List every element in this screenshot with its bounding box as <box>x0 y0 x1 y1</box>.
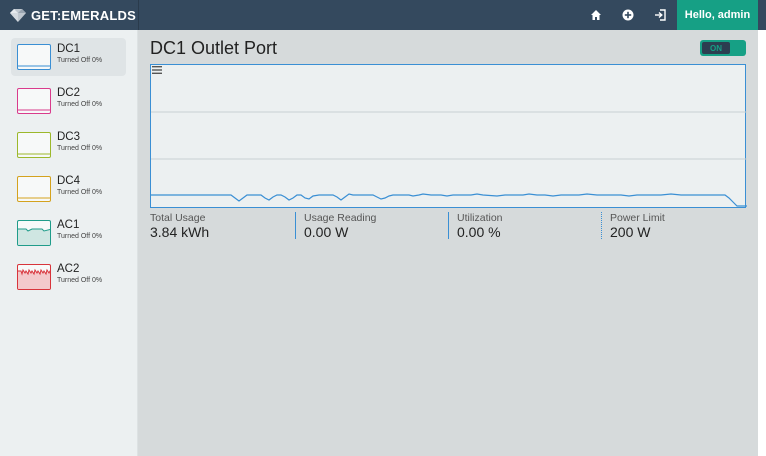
sidebar-item-label: DC3 <box>57 131 81 143</box>
sidebar-item-status: Turned Off 0% <box>57 57 103 64</box>
sidebar-item-label: AC1 <box>57 219 80 231</box>
sidebar-item-status: Turned Off 0% <box>57 189 103 196</box>
sidebar-item-status: Turned Off 0% <box>57 277 103 284</box>
stat-label: Power Limit <box>610 212 665 224</box>
home-icon[interactable] <box>587 6 605 24</box>
usage-chart-svg <box>151 111 747 207</box>
outlet-thumbnail <box>17 264 51 290</box>
sidebar-item-ac2[interactable]: AC2 Turned Off 0% <box>11 258 126 296</box>
sidebar-item-ac1[interactable]: AC1 Turned Off 0% <box>11 214 126 252</box>
stat-value: 200 W <box>610 224 651 240</box>
outlet-thumbnail <box>17 88 51 114</box>
outlet-thumbnail <box>17 176 51 202</box>
sidebar-item-dc1[interactable]: DC1 Turned Off 0% <box>11 38 126 76</box>
sidebar-item-dc4[interactable]: DC4 Turned Off 0% <box>11 170 126 208</box>
add-circle-icon[interactable] <box>619 6 637 24</box>
logout-icon[interactable] <box>651 6 669 24</box>
sidebar-item-status: Turned Off 0% <box>57 145 103 152</box>
sidebar-item-label: AC2 <box>57 263 80 275</box>
stat-label: Total Usage <box>150 212 206 224</box>
user-menu-button[interactable]: Hello, admin <box>677 0 758 30</box>
emerald-gem-icon <box>10 9 26 22</box>
chart-menu-icon[interactable] <box>151 65 163 75</box>
outlet-thumbnail <box>17 220 51 246</box>
page-title: DC1 Outlet Port <box>150 38 278 58</box>
sidebar-item-label: DC4 <box>57 175 81 187</box>
power-toggle[interactable]: ON <box>700 40 746 56</box>
stat-value: 3.84 kWh <box>150 224 210 240</box>
sidebar-item-dc2[interactable]: DC2 Turned Off 0% <box>11 82 126 120</box>
outlet-sidebar: DC1 Turned Off 0% DC2 Turned Off 0% DC3 … <box>0 30 138 456</box>
stat-label: Utilization <box>457 212 503 224</box>
top-navbar: GET:EMERALDS Hello, admin <box>0 0 766 30</box>
brand-name: GET:EMERALDS <box>31 7 136 23</box>
stat-divider <box>601 212 602 239</box>
stat-label: Usage Reading <box>304 212 377 224</box>
usage-chart <box>150 64 747 208</box>
navbar-divider <box>138 0 139 30</box>
sidebar-item-dc3[interactable]: DC3 Turned Off 0% <box>11 126 126 164</box>
sidebar-item-label: DC1 <box>57 43 81 55</box>
stat-value: 0.00 % <box>457 224 501 240</box>
stat-value: 0.00 W <box>304 224 349 240</box>
outlet-thumbnail <box>17 44 51 70</box>
brand-logo[interactable]: GET:EMERALDS <box>10 0 139 30</box>
stat-divider <box>295 212 296 239</box>
chart-series-line <box>151 193 747 207</box>
scroll-gutter <box>758 30 766 456</box>
power-toggle-label: ON <box>702 42 730 54</box>
sidebar-item-status: Turned Off 0% <box>57 101 103 108</box>
sidebar-item-status: Turned Off 0% <box>57 233 103 240</box>
outlet-thumbnail <box>17 132 51 158</box>
stat-divider <box>448 212 449 239</box>
sidebar-item-label: DC2 <box>57 87 81 99</box>
